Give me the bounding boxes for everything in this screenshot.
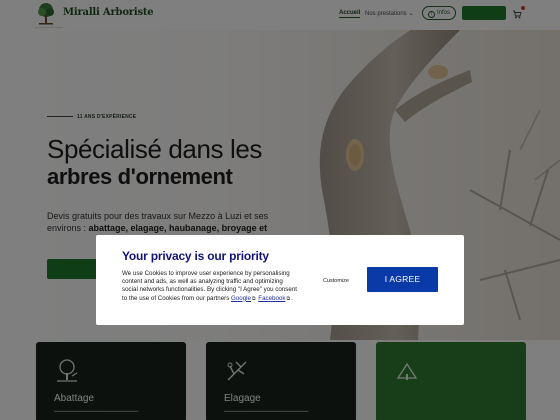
external-link-icon: ⧉ xyxy=(251,295,256,302)
privacy-text-end: . xyxy=(291,294,293,302)
privacy-dialog: Your privacy is our priority We use Cook… xyxy=(96,235,464,325)
customize-button[interactable]: Customize xyxy=(314,274,358,288)
facebook-link[interactable]: Facebook xyxy=(258,295,285,302)
google-link[interactable]: Google xyxy=(231,295,251,302)
agree-button[interactable]: I AGREE xyxy=(367,267,438,292)
privacy-text: We use Cookies to improve user experienc… xyxy=(122,270,297,303)
modal-backdrop[interactable] xyxy=(0,0,560,420)
external-link-icon: ⧉ xyxy=(286,295,291,302)
privacy-title: Your privacy is our priority xyxy=(122,249,269,263)
